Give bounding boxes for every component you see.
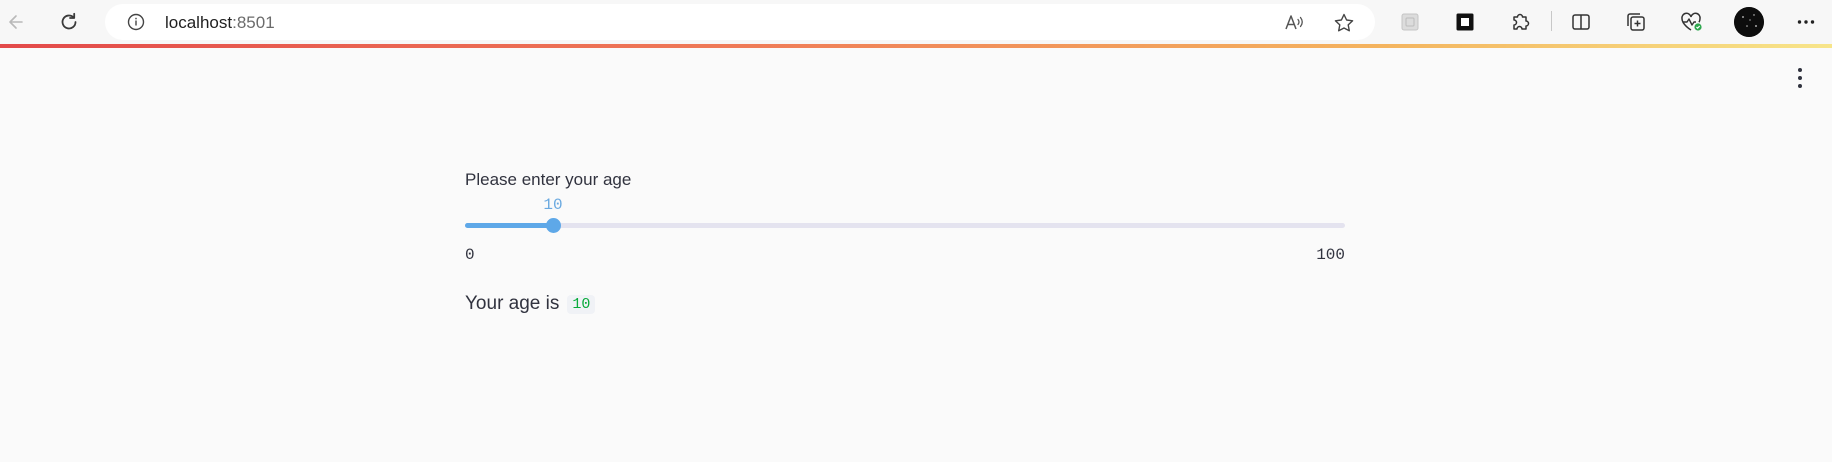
avatar[interactable] xyxy=(1734,7,1764,37)
reload-button[interactable] xyxy=(55,8,83,36)
frame-icon xyxy=(1456,13,1474,31)
age-result-text: Your age is xyxy=(465,293,560,314)
slider-fill xyxy=(465,223,553,228)
age-result: Your age is 10 xyxy=(465,293,596,315)
more-horizontal-icon xyxy=(1797,20,1815,24)
info-icon[interactable] xyxy=(127,13,145,31)
read-aloud-icon xyxy=(1285,15,1303,30)
more-button[interactable] xyxy=(1792,8,1820,36)
extension-button[interactable] xyxy=(1396,8,1424,36)
page-loading-bar xyxy=(0,44,1832,48)
puzzle-icon xyxy=(1513,13,1530,30)
collections-button[interactable] xyxy=(1622,8,1650,36)
extension-placeholder-icon xyxy=(1401,13,1419,31)
slider-thumb[interactable] xyxy=(546,218,561,233)
extensions-button[interactable] xyxy=(1506,8,1534,36)
back-arrow-icon xyxy=(9,15,23,29)
frame-extension-button[interactable] xyxy=(1451,8,1479,36)
slider-current-value: 10 xyxy=(543,196,563,214)
browser-toolbar: localhost:8501 xyxy=(0,0,1832,44)
age-slider[interactable] xyxy=(465,218,1345,233)
split-screen-icon xyxy=(1572,14,1590,30)
heart-pulse-icon xyxy=(1681,12,1702,31)
split-screen-button[interactable] xyxy=(1567,8,1595,36)
url-text[interactable]: localhost:8501 xyxy=(165,13,275,33)
slider-min-label: 0 xyxy=(465,246,475,264)
url-port: :8501 xyxy=(232,13,275,32)
age-result-value: 10 xyxy=(567,294,596,314)
back-button[interactable] xyxy=(2,8,30,36)
browser-essentials-button[interactable] xyxy=(1677,8,1705,36)
slider-label: Please enter your age xyxy=(465,170,632,189)
read-aloud-button[interactable] xyxy=(1281,10,1307,36)
more-vertical-icon[interactable] xyxy=(1790,66,1810,90)
slider-max-label: 100 xyxy=(1316,246,1345,264)
star-icon xyxy=(1334,13,1354,32)
url-host: localhost xyxy=(165,13,233,32)
toolbar-separator xyxy=(1551,11,1552,31)
favorite-button[interactable] xyxy=(1331,10,1357,36)
reload-icon xyxy=(61,12,77,30)
address-bar[interactable]: localhost:8501 xyxy=(105,4,1375,40)
collections-icon xyxy=(1627,13,1645,31)
